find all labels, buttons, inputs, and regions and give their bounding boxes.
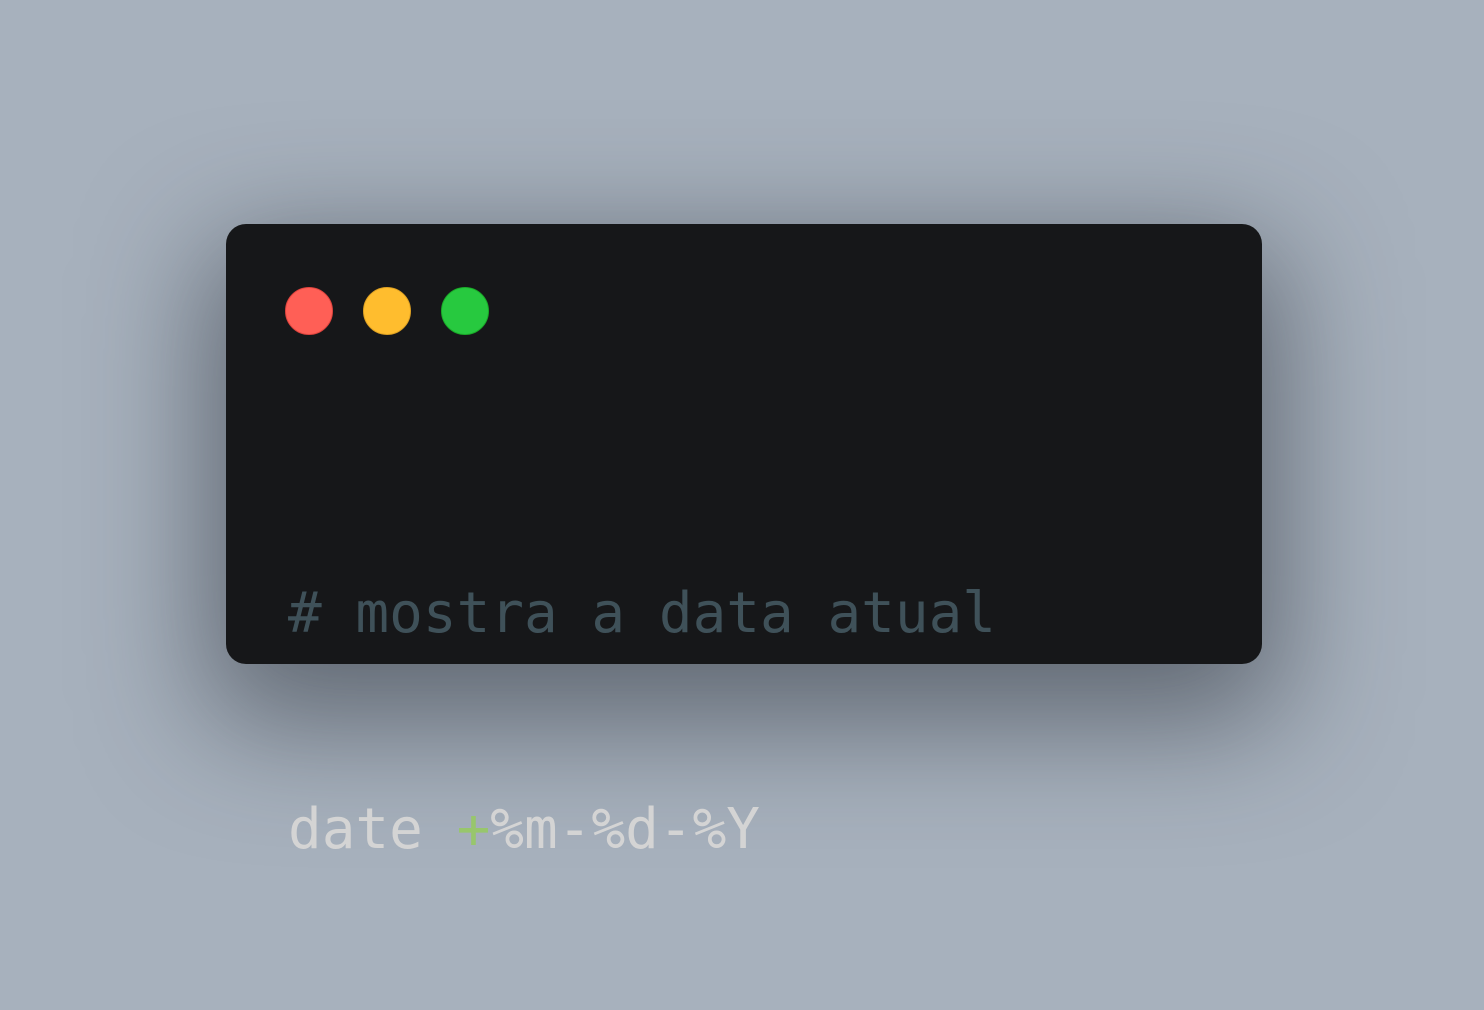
code-line-comment: # mostra a data atual	[288, 578, 996, 650]
close-button[interactable]	[285, 287, 333, 335]
code-block: # mostra a data atual date +%m-%d-%Y	[288, 434, 996, 1010]
code-window: # mostra a data atual date +%m-%d-%Y	[226, 224, 1262, 862]
code-operator: +	[456, 797, 491, 862]
minimize-button[interactable]	[363, 287, 411, 335]
window-controls	[285, 287, 489, 335]
code-line-command: date +%m-%d-%Y	[288, 794, 996, 866]
maximize-button[interactable]	[441, 287, 489, 335]
code-comment: # mostra a data atual	[288, 581, 997, 646]
code-format-string: %m-%d-%Y	[490, 797, 761, 862]
code-command: date	[288, 797, 423, 862]
